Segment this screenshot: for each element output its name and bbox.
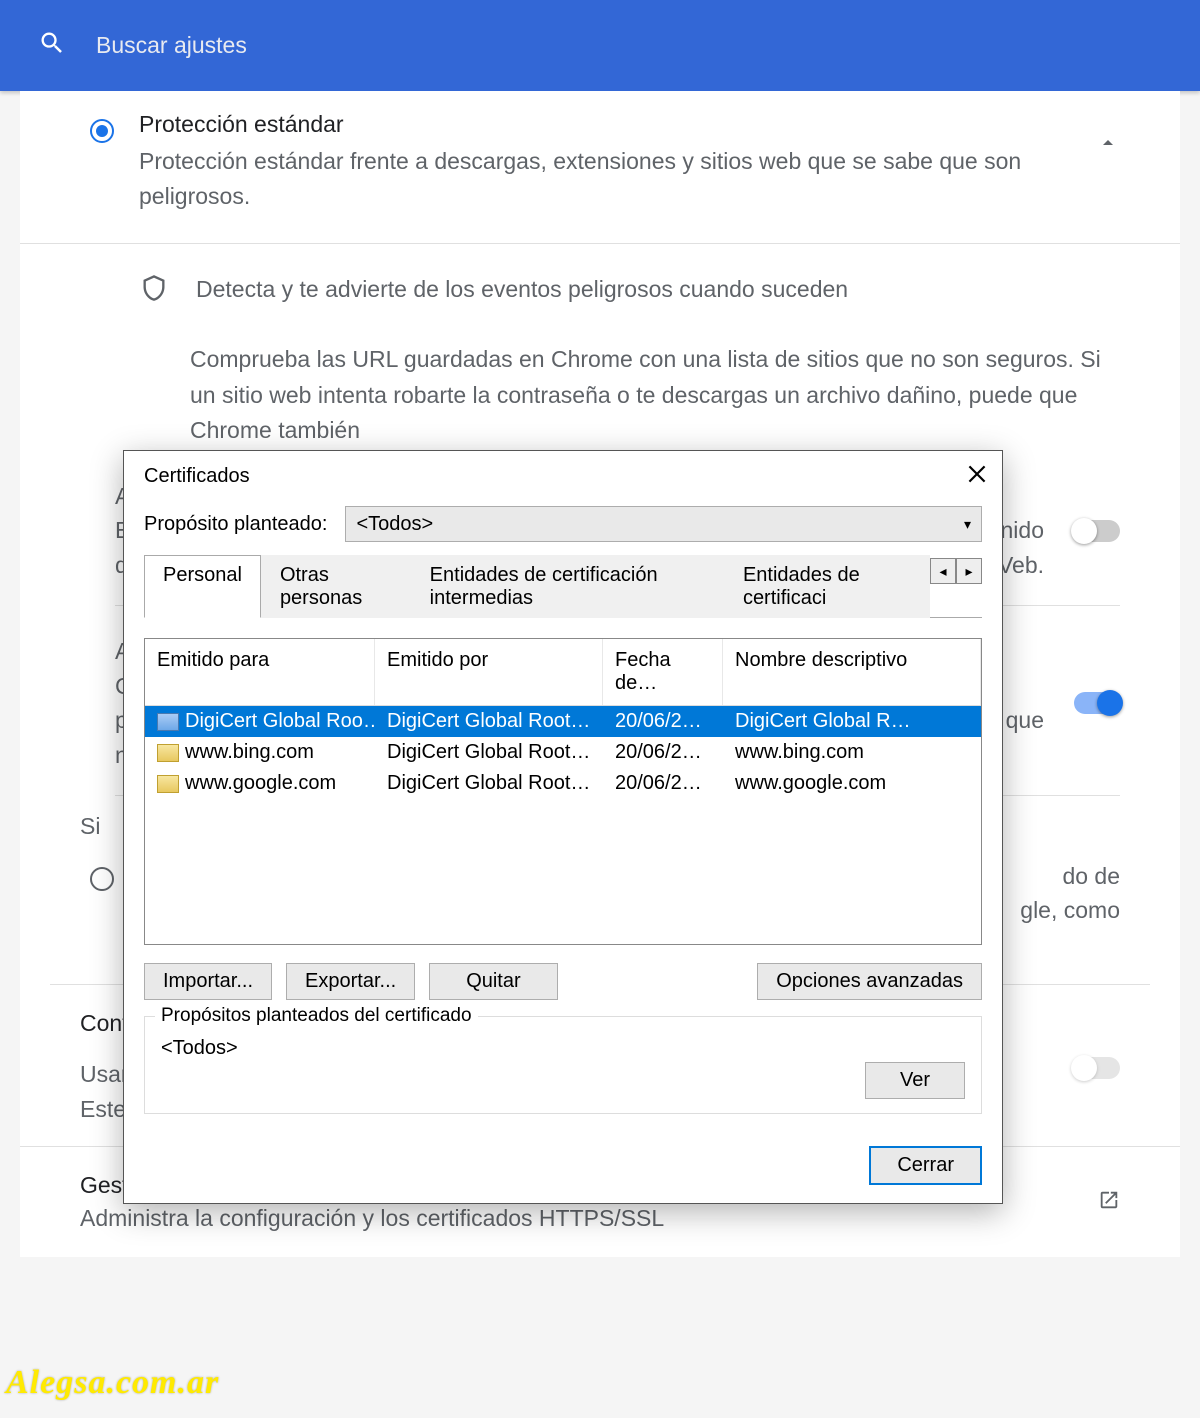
certificate-icon	[157, 775, 179, 793]
url-check-paragraph: Comprueba las URL guardadas en Chrome co…	[20, 317, 1180, 459]
view-button[interactable]: Ver	[865, 1062, 965, 1099]
chevron-up-icon[interactable]	[1096, 131, 1120, 160]
section-title: Protección estándar	[139, 111, 1076, 138]
certificate-tabs: Personal Otras personas Entidades de cer…	[144, 554, 982, 618]
close-icon[interactable]	[964, 461, 990, 492]
settings-header: Buscar ajustes	[0, 0, 1200, 91]
export-button[interactable]: Exportar...	[286, 963, 415, 1000]
table-row[interactable]: DigiCert Global Roo…DigiCert Global Root…	[145, 706, 981, 737]
import-button[interactable]: Importar...	[144, 963, 272, 1000]
watermark: Alegsa.com.ar	[6, 1364, 219, 1402]
certificates-grid: Emitido para Emitido por Fecha de… Nombr…	[144, 638, 982, 945]
table-row[interactable]: www.bing.comDigiCert Global Root G…20/06…	[145, 737, 981, 768]
table-row[interactable]: www.google.comDigiCert Global Root G…20/…	[145, 768, 981, 799]
external-link-icon[interactable]	[1098, 1189, 1120, 1216]
purpose-label: Propósito planteado:	[144, 513, 327, 536]
cert-purposes-box: Propósitos planteados del certificado <T…	[144, 1016, 982, 1114]
section-description: Protección estándar frente a descargas, …	[139, 144, 1076, 213]
chevron-down-icon: ▾	[964, 516, 971, 533]
col-expiry[interactable]: Fecha de…	[603, 639, 723, 705]
tab-scroll-right[interactable]: ▸	[956, 558, 982, 584]
purpose-select[interactable]: <Todos> ▾	[345, 506, 982, 542]
certificate-icon	[157, 713, 179, 731]
search-icon[interactable]	[38, 29, 66, 62]
protection-standard-section[interactable]: Protección estándar Protección estándar …	[20, 101, 1180, 244]
advanced-options-button[interactable]: Opciones avanzadas	[757, 963, 982, 1000]
tab-scroll-left[interactable]: ◂	[930, 558, 956, 584]
remove-button[interactable]: Quitar	[429, 963, 557, 1000]
col-issued-to[interactable]: Emitido para	[145, 639, 375, 705]
col-friendly-name[interactable]: Nombre descriptivo	[723, 639, 981, 705]
detect-sub-item: Detecta y te advierte de los eventos pel…	[20, 244, 1180, 317]
tab-intermediate-ca[interactable]: Entidades de certificación intermedias	[411, 555, 724, 618]
toggle-dns[interactable]	[1074, 1057, 1120, 1079]
cert-action-buttons: Importar... Exportar... Quitar Opciones …	[144, 963, 982, 1000]
manage-certs-desc: Administra la configuración y los certif…	[80, 1205, 664, 1232]
cert-purposes-value: <Todos>	[161, 1037, 965, 1060]
toggle-2[interactable]	[1074, 692, 1120, 714]
purpose-filter-row: Propósito planteado: <Todos> ▾	[144, 506, 982, 542]
search-placeholder[interactable]: Buscar ajustes	[96, 32, 247, 59]
close-button[interactable]: Cerrar	[869, 1146, 982, 1185]
shield-icon	[140, 274, 196, 307]
tab-personal[interactable]: Personal	[144, 555, 261, 618]
tab-other-people[interactable]: Otras personas	[261, 555, 411, 618]
tab-trusted-ca[interactable]: Entidades de certificaci	[724, 555, 930, 618]
radio-standard-protection[interactable]	[90, 119, 114, 143]
certificate-icon	[157, 744, 179, 762]
col-issued-by[interactable]: Emitido por	[375, 639, 603, 705]
grid-header: Emitido para Emitido por Fecha de… Nombr…	[145, 639, 981, 706]
cert-purposes-label: Propósitos planteados del certificado	[155, 1005, 478, 1027]
certificates-dialog: Certificados Propósito planteado: <Todos…	[123, 450, 1003, 1204]
detect-text: Detecta y te advierte de los eventos pel…	[196, 274, 848, 303]
toggle-1[interactable]	[1074, 520, 1120, 542]
radio-no-protection[interactable]	[90, 867, 114, 891]
dialog-title: Certificados	[144, 465, 250, 488]
